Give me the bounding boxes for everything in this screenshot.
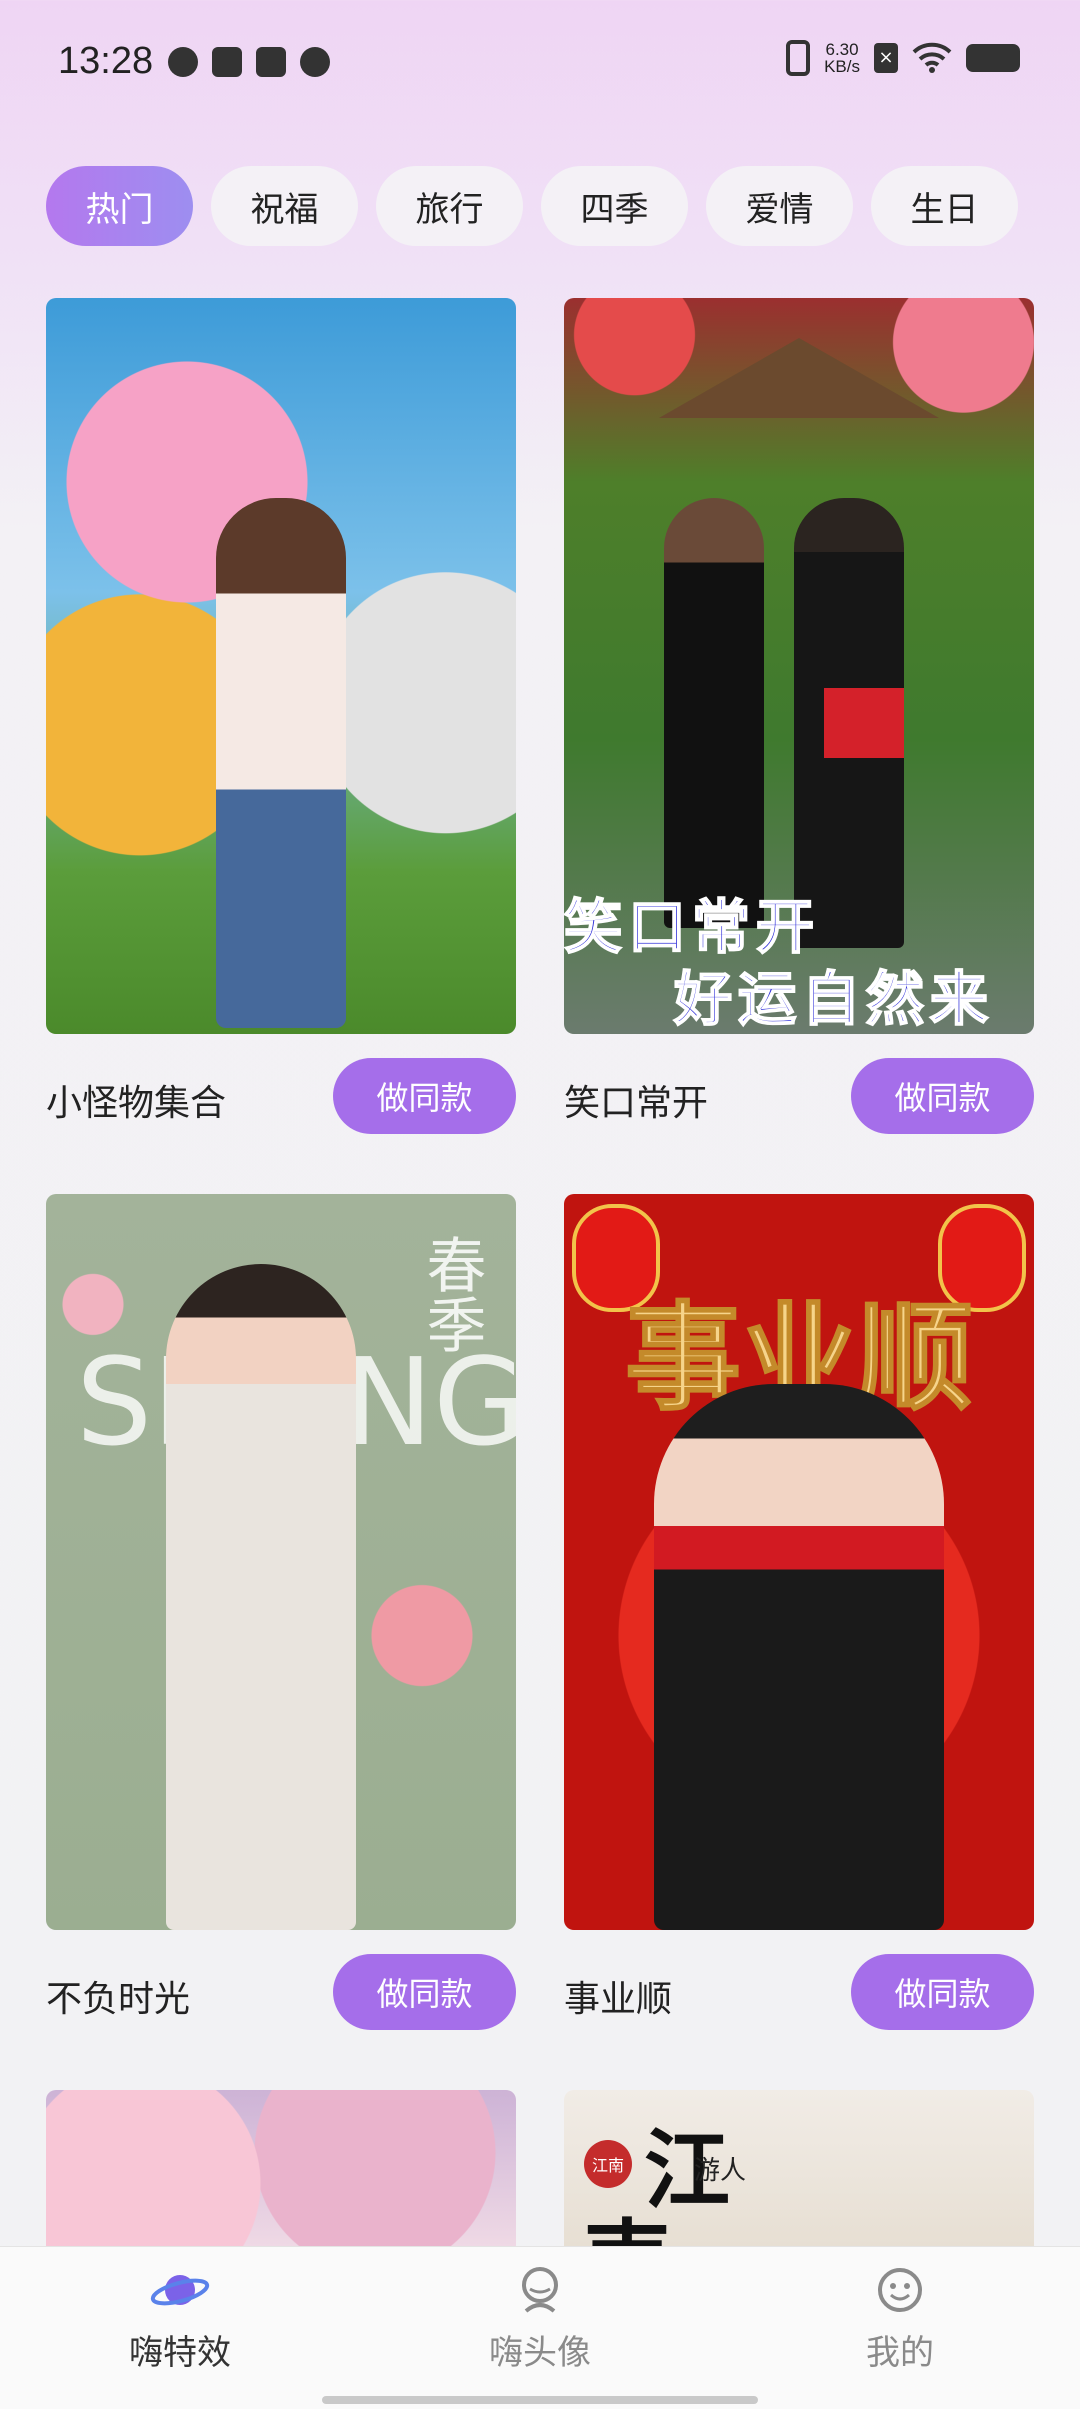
vibrate-icon xyxy=(786,40,811,76)
tab-hot[interactable]: 热门 xyxy=(46,166,193,246)
tab-birthday[interactable]: 生日 xyxy=(871,166,1018,246)
bottom-nav: 嗨特效 嗨头像 我的 xyxy=(0,2246,1080,2409)
pinwheel-icon xyxy=(168,47,198,77)
template-thumbnail[interactable]: SPRING 春季 xyxy=(46,1194,516,1930)
seal-mark: 江南 xyxy=(584,2140,632,2188)
template-title: 事业顺 xyxy=(564,1979,673,2020)
make-same-button[interactable]: 做同款 xyxy=(851,1954,1034,2030)
template-card[interactable]: SPRING 春季 不负时光 做同款 xyxy=(46,1194,516,2030)
status-bar: 13:28 6.30 KB/s × xyxy=(0,0,1080,120)
template-thumbnail[interactable]: 笑口常开 好运自然来 xyxy=(564,298,1034,1034)
close-icon: × xyxy=(874,43,898,73)
template-title: 笑口常开 xyxy=(564,1083,709,1124)
template-thumbnail[interactable]: 江南 江 南 游人 xyxy=(564,2090,1034,2246)
inbox-icon xyxy=(212,47,242,77)
smiley-icon xyxy=(870,2265,930,2315)
template-thumbnail[interactable] xyxy=(46,298,516,1034)
template-title: 不负时光 xyxy=(46,1979,191,2020)
nav-avatar[interactable]: 嗨头像 xyxy=(440,2247,640,2374)
thumbnail-caption: 南 xyxy=(584,2190,670,2246)
thumbnail-caption: 游人 xyxy=(694,2156,747,2186)
template-title: 小怪物集合 xyxy=(46,1083,227,1124)
thumbnail-caption: 春季 xyxy=(416,1234,486,1354)
avatar-icon xyxy=(510,2265,570,2315)
planet-icon xyxy=(150,2265,210,2315)
tab-travel[interactable]: 旅行 xyxy=(376,166,523,246)
tab-love[interactable]: 爱情 xyxy=(706,166,853,246)
template-card[interactable]: 事业顺 事业顺 做同款 xyxy=(564,1194,1034,2030)
category-tabs: 热门 祝福 旅行 四季 爱情 生日 xyxy=(46,166,1018,246)
template-card[interactable]: 笑口常开 好运自然来 笑口常开 做同款 xyxy=(564,298,1034,1134)
wifi-icon xyxy=(912,42,952,74)
template-card[interactable]: 江南 江 南 游人 xyxy=(564,2090,1034,2246)
template-thumbnail[interactable]: 事业顺 xyxy=(564,1194,1034,1930)
thumbnail-caption: 好运自然来 xyxy=(673,964,995,1034)
tab-blessing[interactable]: 祝福 xyxy=(211,166,358,246)
battery-icon xyxy=(966,44,1020,72)
make-same-button[interactable]: 做同款 xyxy=(333,1954,516,2030)
message-icon xyxy=(256,47,286,77)
status-time: 13:28 xyxy=(58,40,154,82)
cat-icon xyxy=(300,47,330,77)
network-speed: 6.30 KB/s xyxy=(824,40,860,76)
nav-effects[interactable]: 嗨特效 xyxy=(80,2247,280,2374)
nav-mine[interactable]: 我的 xyxy=(800,2247,1000,2374)
template-card[interactable]: 小怪物集合 做同款 xyxy=(46,298,516,1134)
make-same-button[interactable]: 做同款 xyxy=(851,1058,1034,1134)
home-indicator xyxy=(322,2396,758,2404)
template-card[interactable] xyxy=(46,2090,516,2246)
template-thumbnail[interactable] xyxy=(46,2090,516,2246)
make-same-button[interactable]: 做同款 xyxy=(333,1058,516,1134)
tab-seasons[interactable]: 四季 xyxy=(541,166,688,246)
